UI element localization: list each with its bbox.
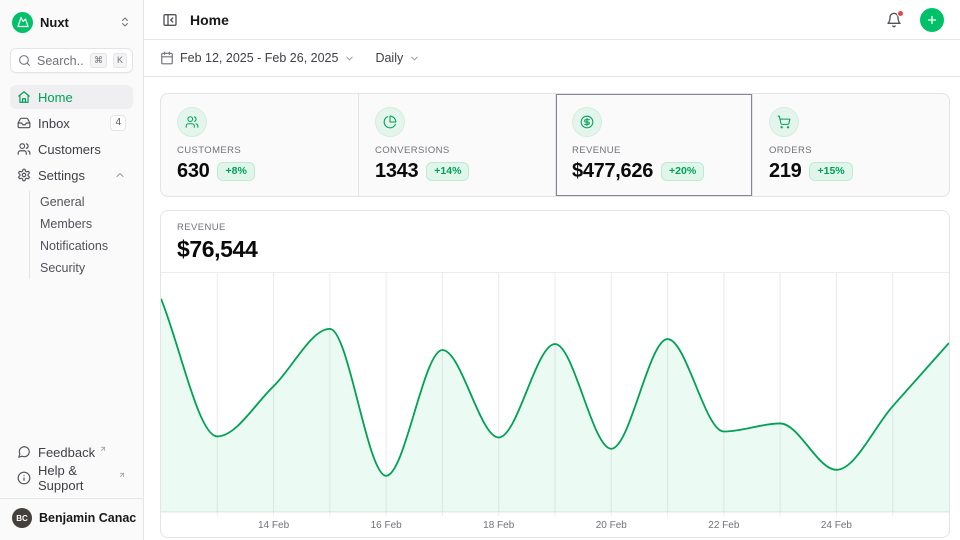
stat-delta-badge: +15% — [809, 162, 852, 181]
help-support-link[interactable]: Help & Support — [10, 466, 133, 490]
user-name: Benjamin Canac — [39, 511, 136, 525]
top-header: Home — [144, 0, 960, 40]
sidebar-item-settings[interactable]: Settings — [10, 163, 133, 187]
main-panel: Home Feb 12, 2025 - Feb 26, 2025 Daily — [144, 0, 960, 540]
sidebar-item-label: Customers — [38, 142, 126, 157]
sidebar-footer-links: Feedback Help & Support — [10, 440, 133, 490]
x-axis-label: 18 Feb — [483, 520, 515, 531]
content-area: CUSTOMERS 630 +8% CONVERSIONS 1343 +14% — [144, 77, 960, 540]
external-link-icon — [118, 471, 126, 479]
sidebar: Nuxt ⌘ K Home Inb — [0, 0, 144, 540]
stat-delta-badge: +14% — [426, 162, 469, 181]
settings-subnav: General Members Notifications Security — [29, 191, 133, 279]
chevron-down-icon — [344, 53, 355, 64]
x-axis-label: 20 Feb — [596, 520, 628, 531]
external-link-icon — [99, 445, 107, 453]
app-root: Nuxt ⌘ K Home Inb — [0, 0, 960, 540]
sidebar-item-inbox[interactable]: Inbox 4 — [10, 111, 133, 135]
chevron-up-icon — [114, 169, 126, 181]
stat-value: 219 — [769, 160, 801, 183]
sidebar-item-label: Home — [38, 90, 126, 105]
stats-panel: CUSTOMERS 630 +8% CONVERSIONS 1343 +14% — [160, 93, 950, 197]
stat-value: $477,626 — [572, 160, 653, 183]
revenue-chart-card: REVENUE $76,544 14 Feb 16 Feb 18 Feb 20 Feb… — [160, 210, 950, 538]
stat-label: CUSTOMERS — [177, 145, 342, 156]
chat-bubble-icon — [17, 445, 31, 459]
users-icon — [177, 107, 207, 137]
search-input-wrap[interactable]: ⌘ K — [10, 48, 133, 73]
chevron-down-icon — [409, 53, 420, 64]
sidebar-spacer — [10, 279, 133, 440]
chart-metric-label: REVENUE — [177, 222, 933, 233]
kbd-cmd: ⌘ — [90, 53, 107, 68]
stat-delta-badge: +8% — [217, 162, 254, 181]
x-axis-label: 14 Feb — [258, 520, 290, 531]
stat-delta-badge: +20% — [661, 162, 704, 181]
inbox-icon — [17, 116, 31, 130]
gear-icon — [17, 168, 31, 182]
chart-metric-value: $76,544 — [177, 236, 933, 263]
user-menu[interactable]: BC Benjamin Canac — [0, 498, 143, 530]
sidebar-item-home[interactable]: Home — [10, 85, 133, 109]
stat-card-customers[interactable]: CUSTOMERS 630 +8% — [161, 94, 358, 196]
sidebar-item-label: Inbox — [38, 116, 103, 131]
workspace-selector[interactable]: Nuxt — [10, 10, 133, 34]
revenue-area-chart[interactable]: 14 Feb 16 Feb 18 Feb 20 Feb 22 Feb 24 Feb — [161, 273, 949, 537]
filter-toolbar: Feb 12, 2025 - Feb 26, 2025 Daily — [144, 40, 960, 77]
stat-label: CONVERSIONS — [375, 145, 539, 156]
stat-label: ORDERS — [769, 145, 933, 156]
granularity-select[interactable]: Daily — [375, 51, 420, 65]
sidebar-item-general[interactable]: General — [30, 191, 133, 213]
x-axis-label: 16 Feb — [371, 520, 403, 531]
dollar-circle-icon — [572, 107, 602, 137]
sidebar-item-customers[interactable]: Customers — [10, 137, 133, 161]
sidebar-item-notifications[interactable]: Notifications — [30, 235, 133, 257]
date-range-label: Feb 12, 2025 - Feb 26, 2025 — [180, 51, 338, 65]
kbd-k: K — [113, 53, 127, 68]
chart-plot: 14 Feb 16 Feb 18 Feb 20 Feb 22 Feb 24 Feb — [161, 273, 949, 537]
stat-card-orders[interactable]: ORDERS 219 +15% — [752, 94, 949, 196]
pie-chart-icon — [375, 107, 405, 137]
sidebar-item-security[interactable]: Security — [30, 257, 133, 279]
x-axis-label: 24 Feb — [821, 520, 853, 531]
collapse-sidebar-button[interactable] — [160, 10, 180, 30]
sidebar-item-label: Settings — [38, 168, 107, 183]
notifications-button[interactable] — [884, 10, 904, 30]
stat-value: 1343 — [375, 160, 418, 183]
page-title: Home — [190, 12, 874, 28]
nuxt-logo-icon — [12, 12, 33, 33]
search-input[interactable] — [37, 54, 84, 68]
help-support-label: Help & Support — [38, 463, 114, 493]
add-button[interactable] — [920, 8, 944, 32]
stat-value: 630 — [177, 160, 209, 183]
sidebar-nav: Home Inbox 4 Customers Settings — [10, 85, 133, 279]
sidebar-item-members[interactable]: Members — [30, 213, 133, 235]
home-icon — [17, 90, 31, 104]
feedback-label: Feedback — [38, 445, 95, 460]
chevrons-up-down-icon — [119, 16, 131, 28]
inbox-count-badge: 4 — [110, 115, 126, 131]
search-icon — [18, 54, 31, 67]
chart-header: REVENUE $76,544 — [161, 211, 949, 273]
granularity-label: Daily — [375, 51, 403, 65]
stat-label: REVENUE — [572, 145, 736, 156]
users-icon — [17, 142, 31, 156]
calendar-icon — [160, 51, 174, 65]
workspace-name: Nuxt — [40, 15, 112, 30]
info-circle-icon — [17, 471, 31, 485]
avatar: BC — [12, 508, 32, 528]
feedback-link[interactable]: Feedback — [10, 440, 133, 464]
stat-card-revenue[interactable]: REVENUE $477,626 +20% — [555, 94, 752, 196]
notification-dot — [897, 10, 904, 17]
cart-icon — [769, 107, 799, 137]
date-range-picker[interactable]: Feb 12, 2025 - Feb 26, 2025 — [160, 51, 355, 65]
stat-card-conversions[interactable]: CONVERSIONS 1343 +14% — [358, 94, 555, 196]
x-axis-label: 22 Feb — [708, 520, 740, 531]
